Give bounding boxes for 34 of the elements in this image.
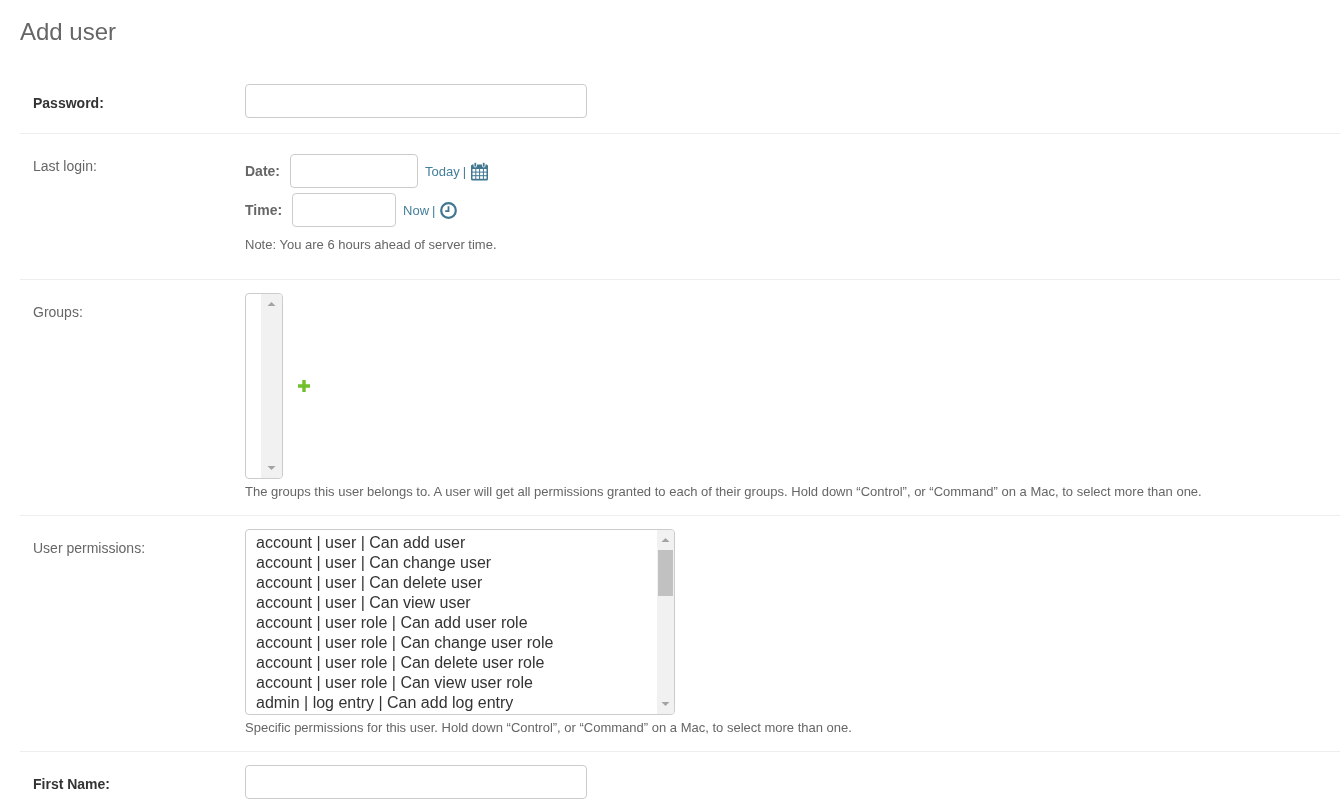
- help-text: Note: You are 6 hours ahead of server time.: [245, 237, 497, 253]
- list-option[interactable]: account | user | Can add user: [256, 533, 657, 553]
- list-option[interactable]: account | user role | Can add user role: [256, 613, 657, 633]
- field-label: User permissions:: [33, 540, 146, 556]
- separator-text: |: [432, 202, 436, 218]
- input-field[interactable]: [245, 84, 587, 118]
- field-label: First Name:: [33, 776, 111, 792]
- list-option[interactable]: admin | log entry | Can add log entry: [256, 693, 657, 713]
- list-option[interactable]: account | user role | Can view user role: [256, 673, 657, 693]
- field-label: Groups:: [33, 304, 83, 320]
- list-option[interactable]: account | user | Can change user: [256, 553, 657, 573]
- list-option[interactable]: account | user role | Can delete user role: [256, 653, 657, 673]
- input-field[interactable]: [245, 765, 587, 799]
- plus-icon[interactable]: [298, 380, 310, 392]
- help-text: Specific permissions for this user. Hold down “Control”, or “Command” on a Mac, to select more than one.: [245, 720, 852, 736]
- scrollbar[interactable]: [657, 530, 674, 714]
- help-text: The groups this user belongs to. A user will get all permissions granted to each of their groups. Hold down “Control”, or “Command” on a Mac, to select more than one.: [245, 484, 1202, 500]
- scrollbar[interactable]: [261, 294, 282, 478]
- field-label: Time:: [245, 202, 283, 218]
- clock-icon[interactable]: [439, 201, 457, 219]
- multi-select-list[interactable]: [245, 529, 675, 715]
- calendar-icon[interactable]: [470, 161, 490, 181]
- field-label: Date:: [245, 163, 280, 179]
- separator-text: |: [462, 163, 467, 179]
- input-field[interactable]: [290, 154, 418, 188]
- list-option[interactable]: account | user | Can delete user: [256, 573, 657, 593]
- shortcut-link[interactable]: Today: [425, 163, 460, 179]
- list-option[interactable]: account | user | Can view user: [256, 593, 657, 613]
- input-field[interactable]: [292, 193, 397, 227]
- field-label: Last login:: [33, 158, 97, 174]
- shortcut-link[interactable]: Now: [403, 202, 430, 218]
- list-option[interactable]: account | user role | Can change user role: [256, 633, 657, 653]
- page-title: Add user: [20, 17, 117, 47]
- field-label: Password:: [33, 95, 104, 111]
